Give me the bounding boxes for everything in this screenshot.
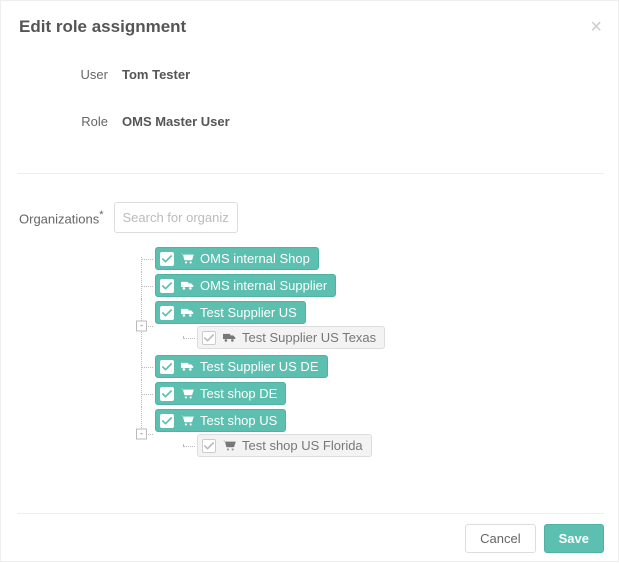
organizations-label: Organizations*: [19, 209, 114, 226]
edit-role-dialog: Edit role assignment × User Tom Tester R…: [1, 1, 619, 563]
organization-search-input[interactable]: [114, 202, 238, 233]
org-node[interactable]: Test Supplier US: [155, 301, 306, 324]
org-node[interactable]: Test shop US Florida: [197, 434, 372, 457]
expand-toggle[interactable]: -: [136, 429, 147, 440]
user-row: User Tom Tester: [17, 67, 604, 82]
checkbox-icon[interactable]: [160, 387, 174, 401]
org-label: Test Supplier US DE: [200, 359, 319, 374]
truck-icon: [180, 280, 194, 291]
role-label: Role: [17, 114, 122, 129]
checkbox-icon[interactable]: [160, 279, 174, 293]
org-label: Test shop DE: [200, 386, 277, 401]
save-button[interactable]: Save: [544, 524, 604, 553]
expand-toggle[interactable]: -: [136, 321, 147, 332]
checkbox-icon[interactable]: [202, 331, 216, 345]
cart-icon: [180, 388, 194, 399]
checkbox-icon[interactable]: [160, 414, 174, 428]
organization-tree: OMS internal Shop OMS internal Supplier - T…: [135, 245, 604, 461]
dialog-title: Edit role assignment: [19, 17, 186, 37]
close-icon[interactable]: ×: [590, 17, 602, 37]
org-label: OMS internal Shop: [200, 251, 310, 266]
org-node[interactable]: OMS internal Supplier: [155, 274, 336, 297]
cart-icon: [180, 415, 194, 426]
truck-icon: [222, 332, 236, 343]
org-label: Test shop US: [200, 413, 277, 428]
org-node[interactable]: Test shop US: [155, 409, 286, 432]
org-node[interactable]: OMS internal Shop: [155, 247, 319, 270]
role-value: OMS Master User: [122, 114, 230, 129]
organizations-row: Organizations*: [17, 202, 604, 233]
org-label: Test shop US Florida: [242, 438, 363, 453]
checkbox-icon[interactable]: [160, 252, 174, 266]
truck-icon: [180, 361, 194, 372]
org-label: Test Supplier US Texas: [242, 330, 376, 345]
user-label: User: [17, 67, 122, 82]
org-node[interactable]: Test Supplier US Texas: [197, 326, 385, 349]
cancel-button[interactable]: Cancel: [465, 524, 535, 553]
user-value: Tom Tester: [122, 67, 190, 82]
divider: [17, 173, 604, 174]
checkbox-icon[interactable]: [202, 439, 216, 453]
truck-icon: [180, 307, 194, 318]
dialog-footer: Cancel Save: [17, 513, 604, 553]
cart-icon: [180, 253, 194, 264]
summary-section: User Tom Tester Role OMS Master User: [17, 37, 604, 173]
dialog-header: Edit role assignment ×: [17, 13, 604, 37]
role-row: Role OMS Master User: [17, 114, 604, 129]
required-mark: *: [99, 209, 103, 221]
org-node[interactable]: Test shop DE: [155, 382, 286, 405]
org-label: Test Supplier US: [200, 305, 297, 320]
checkbox-icon[interactable]: [160, 306, 174, 320]
checkbox-icon[interactable]: [160, 360, 174, 374]
org-label: OMS internal Supplier: [200, 278, 327, 293]
org-node[interactable]: Test Supplier US DE: [155, 355, 328, 378]
cart-icon: [222, 440, 236, 451]
